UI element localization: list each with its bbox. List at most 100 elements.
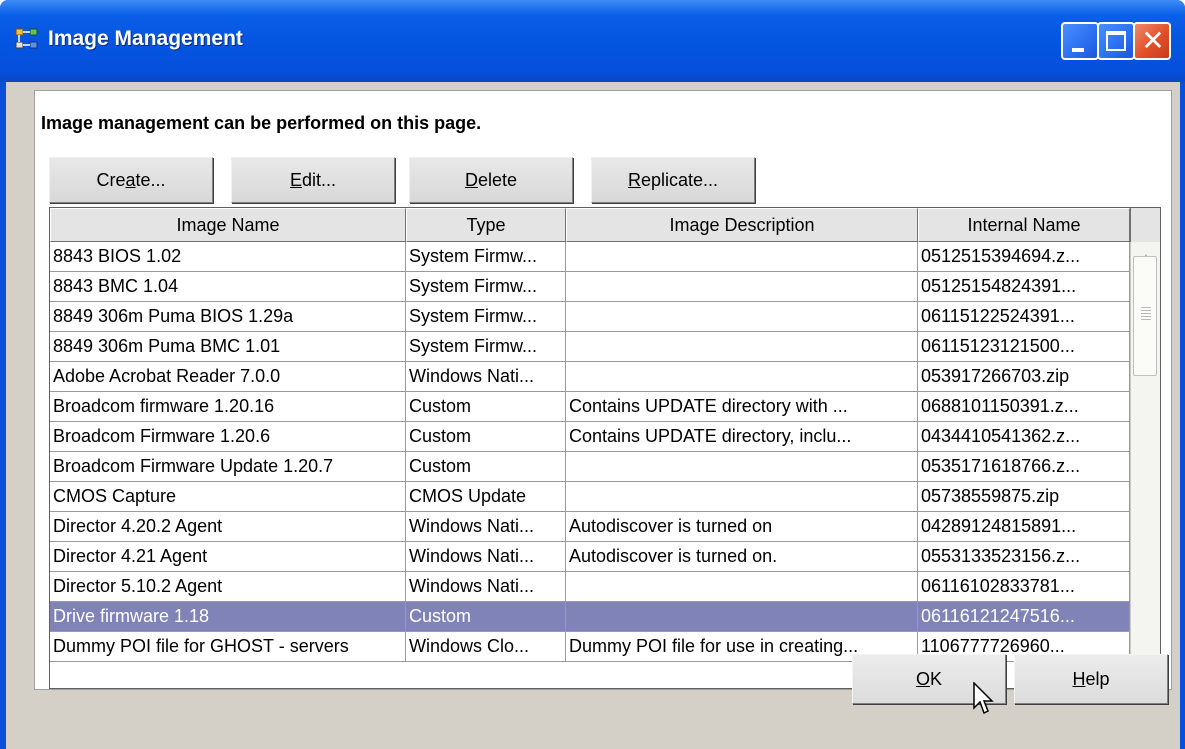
table-row[interactable]: 8843 BIOS 1.02 System Firmw... 05125153946… [50, 242, 1130, 272]
edit-label-post: dit... [302, 169, 337, 190]
cell-image-description [566, 332, 918, 362]
delete-label-post: elete [477, 169, 518, 190]
content-panel: Image management can be performed on thi… [34, 90, 1172, 690]
edit-label-mnemonic: E [289, 169, 302, 190]
cell-internal-name: 06115123121500... [918, 332, 1130, 362]
delete-label-mnemonic: D [464, 169, 478, 190]
cell-internal-name: 053917266703.zip [918, 362, 1130, 392]
cell-type: System Firmw... [406, 302, 566, 332]
cell-type: Windows Nati... [406, 512, 566, 542]
cell-type: System Firmw... [406, 332, 566, 362]
cell-type: CMOS Update [406, 482, 566, 512]
table-row[interactable]: Broadcom firmware 1.20.16 Custom Contains … [50, 392, 1130, 422]
cell-image-name: Director 4.21 Agent [50, 542, 406, 572]
vertical-scrollbar[interactable]: ▲ ▼ [1130, 242, 1160, 688]
cell-image-description [566, 362, 918, 392]
cell-image-name: Broadcom Firmware Update 1.20.7 [50, 452, 406, 482]
table-body: 8843 BIOS 1.02 System Firmw... 05125153946… [50, 242, 1130, 688]
cell-image-description: Autodiscover is turned on [566, 512, 918, 542]
column-header-internal-name[interactable]: Internal Name [918, 208, 1130, 242]
cell-type: System Firmw... [406, 272, 566, 302]
page-intro-text: Image management can be performed on thi… [41, 113, 482, 133]
cell-type: Windows Clo... [406, 632, 566, 662]
ok-label-mnemonic: O [915, 668, 930, 689]
cell-image-name: Director 4.20.2 Agent [50, 512, 406, 542]
table-header: Image Name Type Image Description Intern… [50, 208, 1130, 242]
help-label-post: elp [1085, 668, 1110, 689]
table-row[interactable]: Director 4.20.2 Agent Windows Nati... Auto… [50, 512, 1130, 542]
cell-image-name: CMOS Capture [50, 482, 406, 512]
cell-image-name: Dummy POI file for GHOST - servers [50, 632, 406, 662]
table-row[interactable]: Adobe Acrobat Reader 7.0.0 Windows Nati..… [50, 362, 1130, 392]
table-row[interactable]: Director 5.10.2 Agent Windows Nati... 0611… [50, 572, 1130, 602]
cell-internal-name: 04289124815891... [918, 512, 1130, 542]
close-button[interactable]: ✕ [1133, 22, 1171, 60]
cell-internal-name: 0535171618766.z... [918, 452, 1130, 482]
cell-image-description [566, 602, 918, 632]
replicate-button[interactable]: Replicate... [591, 157, 755, 203]
dialog-body: Image management can be performed on thi… [6, 82, 1180, 749]
title-bar[interactable]: Image Management ✕ [0, 0, 1185, 82]
table-row[interactable]: Director 4.21 Agent Windows Nati... Autodi… [50, 542, 1130, 572]
cell-type: Custom [406, 422, 566, 452]
cell-image-description [566, 272, 918, 302]
cell-image-name: 8843 BMC 1.04 [50, 272, 406, 302]
create-button[interactable]: Cre a te... [49, 157, 213, 203]
tree-network-icon [15, 28, 38, 49]
cell-type: Windows Nati... [406, 362, 566, 392]
cell-image-description [566, 572, 918, 602]
edit-button[interactable]: Edit... [231, 157, 395, 203]
cell-type: Windows Nati... [406, 542, 566, 572]
cell-internal-name: 0688101150391.z... [918, 392, 1130, 422]
maximize-button[interactable] [1097, 22, 1135, 60]
cell-type: Custom [406, 452, 566, 482]
cell-type: Custom [406, 392, 566, 422]
help-label-mnemonic: H [1072, 668, 1086, 689]
scrollbar-thumb[interactable] [1133, 256, 1157, 376]
create-label-mnemonic: a [125, 169, 136, 190]
cell-image-description [566, 242, 918, 272]
table-row[interactable]: Broadcom Firmware Update 1.20.7 Custom 053… [50, 452, 1130, 482]
cell-image-name: Broadcom Firmware 1.20.6 [50, 422, 406, 452]
cell-image-description [566, 302, 918, 332]
table-row[interactable]: CMOS Capture CMOS Update 05738559875.zip [50, 482, 1130, 512]
delete-button[interactable]: Delete [409, 157, 573, 203]
minimize-icon [1072, 48, 1084, 52]
window-title: Image Management [48, 27, 243, 50]
close-icon: ✕ [1141, 25, 1165, 56]
header-scroll-corner [1130, 208, 1160, 242]
cell-internal-name: 06115122524391... [918, 302, 1130, 332]
table-row[interactable]: Drive firmware 1.18 Custom 06116121247516.… [50, 602, 1130, 632]
column-header-image-name[interactable]: Image Name [50, 208, 406, 242]
help-button[interactable]: Help [1014, 654, 1168, 704]
column-header-image-description[interactable]: Image Description [566, 208, 918, 242]
column-header-type[interactable]: Type [406, 208, 566, 242]
cell-internal-name: 06116121247516... [918, 602, 1130, 632]
table-row[interactable]: 8849 306m Puma BIOS 1.29a System Firmw...… [50, 302, 1130, 332]
maximize-icon [1106, 31, 1126, 51]
scrollbar-grip [1141, 307, 1151, 321]
replicate-label-post: eplicate... [640, 169, 719, 190]
cell-image-name: Drive firmware 1.18 [50, 602, 406, 632]
cell-image-description: Contains UPDATE directory with ... [566, 392, 918, 422]
cell-internal-name: 05738559875.zip [918, 482, 1130, 512]
cell-image-name: Adobe Acrobat Reader 7.0.0 [50, 362, 406, 392]
table-row[interactable]: 8843 BMC 1.04 System Firmw... 051251548243… [50, 272, 1130, 302]
cell-image-description [566, 452, 918, 482]
cell-image-name: Director 5.10.2 Agent [50, 572, 406, 602]
cell-image-name: 8843 BIOS 1.02 [50, 242, 406, 272]
replicate-label-mnemonic: R [627, 169, 641, 190]
cell-type: Custom [406, 602, 566, 632]
create-label-pre: Cre [96, 169, 126, 190]
cell-image-description: Autodiscover is turned on. [566, 542, 918, 572]
minimize-button[interactable] [1061, 22, 1099, 60]
cell-internal-name: 05125154824391... [918, 272, 1130, 302]
cell-internal-name: 0553133523156.z... [918, 542, 1130, 572]
cell-image-name: 8849 306m Puma BIOS 1.29a [50, 302, 406, 332]
cell-type: Windows Nati... [406, 572, 566, 602]
cell-image-name: 8849 306m Puma BMC 1.01 [50, 332, 406, 362]
table-row[interactable]: 8849 306m Puma BMC 1.01 System Firmw... 06… [50, 332, 1130, 362]
cell-internal-name: 0512515394694.z... [918, 242, 1130, 272]
image-management-window: Image Management ✕ Image management can … [0, 0, 1185, 749]
table-row[interactable]: Broadcom Firmware 1.20.6 Custom Contains U… [50, 422, 1130, 452]
